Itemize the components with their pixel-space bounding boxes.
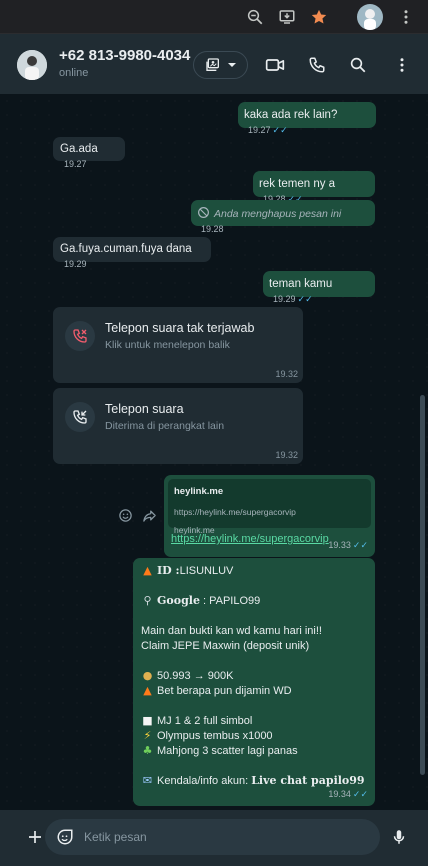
mahjong-tile-icon: ■ xyxy=(142,714,153,727)
call-time: 19.32 xyxy=(275,450,298,460)
view-once-dropdown[interactable] xyxy=(193,51,248,79)
lightning-icon: ⚡ xyxy=(143,729,152,742)
dragon-icon: ♣ xyxy=(142,744,153,757)
promo-line-2: Claim JEPE Maxwin (deposit unik) xyxy=(141,640,310,652)
envelope-icon: ✉ xyxy=(142,774,153,787)
bookmark-star-icon[interactable] xyxy=(307,5,331,29)
browser-toolbar xyxy=(0,0,428,34)
call-icon-circle xyxy=(65,321,95,351)
call-title: Telepon suara tak terjawab xyxy=(105,321,255,335)
missed-call-icon xyxy=(73,329,87,343)
message-text: teman kamu xyxy=(269,278,333,290)
message-time: 19.29 ✓✓ xyxy=(273,294,313,304)
magnifier-icon: ⚲ xyxy=(143,594,152,607)
call-subtitle: Klik untuk menelepon balik xyxy=(105,339,230,351)
missed-call-card[interactable]: Telepon suara tak terjawab Klik untuk me… xyxy=(53,307,303,383)
call-title: Telepon suara xyxy=(105,402,184,416)
promo-amount-line: ● 50.993 → 900K xyxy=(142,669,234,682)
video-call-icon[interactable] xyxy=(264,54,286,76)
fire-icon: ▲ xyxy=(143,564,152,577)
install-app-icon[interactable] xyxy=(275,5,299,29)
chevron-down-icon xyxy=(227,63,236,67)
zoom-icon[interactable] xyxy=(243,5,267,29)
microphone-icon[interactable] xyxy=(387,825,411,849)
promo-olympus-line: ⚡ Olympus tembus x1000 xyxy=(141,728,273,744)
message-text: Anda menghapus pesan ini xyxy=(214,208,342,220)
read-ticks-icon: ✓✓ xyxy=(272,125,288,135)
message-time: 19.27 ✓✓ xyxy=(248,125,288,135)
promo-google-line: ⚲ Google : PAPILO99 xyxy=(141,593,260,609)
message-time: 19.33 ✓✓ xyxy=(328,540,368,550)
promo-mahjong-line: ♣ Mahjong 3 scatter lagi panas xyxy=(142,744,298,757)
money-bag-icon: ● xyxy=(142,669,153,682)
search-icon[interactable] xyxy=(347,54,369,76)
message-time: 19.27 xyxy=(64,159,87,169)
fire-icon: ▲ xyxy=(143,684,152,697)
message-outgoing[interactable]: teman kamu 19.29 ✓✓ xyxy=(263,271,375,304)
message-text: rek temen ny a xyxy=(259,178,336,190)
message-deleted[interactable]: Anda menghapus pesan ini 19.28 xyxy=(191,200,375,234)
link-message[interactable]: heylink.me https://heylink.me/supergacor… xyxy=(164,475,375,557)
chat-header: +62 813-9980-4034 online xyxy=(0,34,428,94)
message-incoming[interactable]: Ga.fuya.cuman.fuya dana 19.29 xyxy=(53,237,211,269)
promo-mj-line: ■ MJ 1 & 2 full simbol xyxy=(142,714,253,727)
promo-line-1: Main dan bukti kan wd kamu hari ini!! xyxy=(141,625,322,637)
voice-call-icon[interactable] xyxy=(306,54,328,76)
attach-plus-icon[interactable] xyxy=(23,825,47,849)
promo-message[interactable]: ▲ ID :LISUNLUV ⚲ Google : PAPILO99 Main da… xyxy=(133,558,375,806)
message-text: Ga.fuya.cuman.fuya dana xyxy=(60,243,192,255)
link-preview-title: heylink.me xyxy=(174,486,224,497)
message-link[interactable]: https://heylink.me/supergacorvip xyxy=(171,532,329,547)
contact-name[interactable]: +62 813-9980-4034 xyxy=(59,47,190,64)
call-subtitle: Diterima di perangkat lain xyxy=(105,420,225,432)
emoji-react-icon[interactable] xyxy=(116,506,134,524)
chat-menu-icon[interactable] xyxy=(391,54,413,76)
call-time: 19.32 xyxy=(275,369,298,379)
message-text: Ga.ada xyxy=(60,143,98,155)
call-icon-circle xyxy=(65,402,95,432)
message-incoming[interactable]: Ga.ada 19.27 xyxy=(53,137,125,169)
promo-bet-line: ▲ Bet berapa pun dijamin WD xyxy=(141,683,291,699)
sticker-emoji-icon[interactable] xyxy=(53,825,77,849)
browser-menu-icon[interactable] xyxy=(394,5,418,29)
message-time: 19.29 xyxy=(64,259,87,269)
voice-call-card[interactable]: Telepon suara Diterima di perangkat lain… xyxy=(53,388,303,464)
profile-avatar[interactable] xyxy=(357,4,383,30)
message-time: 19.28 xyxy=(201,224,224,234)
message-composer xyxy=(0,810,428,866)
message-list[interactable]: kaka ada rek lain? 19.27 ✓✓ Ga.ada 19.27 … xyxy=(0,94,428,810)
message-outgoing[interactable]: kaka ada rek lain? 19.27 ✓✓ xyxy=(238,102,376,135)
blocked-icon xyxy=(198,207,209,218)
message-outgoing[interactable]: rek temen ny a 19.28 ✓✓ xyxy=(253,171,375,204)
contact-avatar[interactable] xyxy=(17,50,47,80)
scrollbar-thumb[interactable] xyxy=(420,395,425,775)
message-input[interactable] xyxy=(45,819,380,855)
forward-icon[interactable] xyxy=(140,506,158,524)
incoming-call-icon xyxy=(73,410,87,424)
link-preview[interactable]: heylink.me https://heylink.me/supergacor… xyxy=(168,479,371,535)
link-preview-url: https://heylink.me/supergacorvip xyxy=(174,507,296,517)
gallery-icon xyxy=(205,58,219,71)
contact-status: online xyxy=(59,67,89,79)
read-ticks-icon: ✓✓ xyxy=(352,789,368,799)
read-ticks-icon: ✓✓ xyxy=(352,540,368,550)
promo-id-line: ▲ ID :LISUNLUV xyxy=(141,563,233,579)
read-ticks-icon: ✓✓ xyxy=(297,294,313,304)
message-time: 19.34 ✓✓ xyxy=(328,789,368,799)
message-text: kaka ada rek lain? xyxy=(244,109,338,121)
